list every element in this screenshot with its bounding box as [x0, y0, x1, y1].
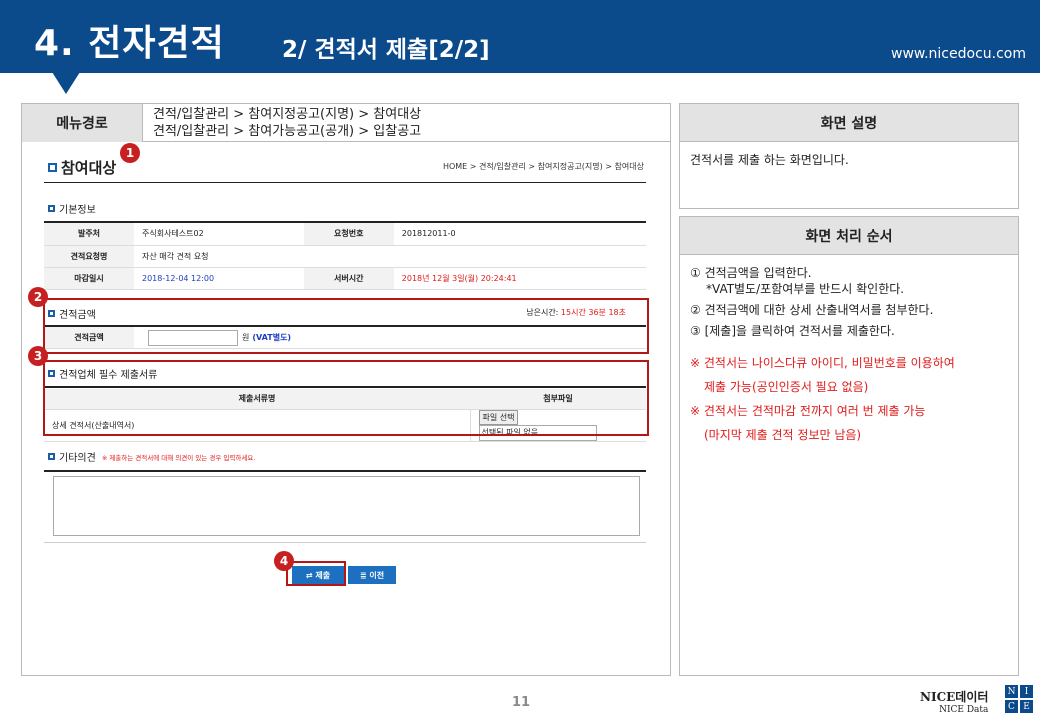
basic-info-table: 발주처 주식회사테스트02 요청번호 201812011-0 견적요청명 자산 … — [44, 223, 646, 290]
process-note-2-cont: (마지막 제출 견적 정보만 남음) — [704, 428, 862, 442]
header-pointer — [52, 72, 80, 94]
server-time-label: 서버시간 — [303, 267, 394, 290]
request-name-value: 자산 매각 견적 요청 — [134, 245, 646, 268]
menu-path-line-2: 견적/입찰관리 > 참여가능공고(공개) > 입찰공고 — [153, 124, 422, 139]
process-step-3: ③ [제출]을 클릭하여 견적서를 제출한다. — [690, 324, 895, 338]
orderer-label: 발주처 — [44, 223, 134, 246]
screen-title: 참여대상 — [48, 157, 116, 178]
divider — [44, 542, 646, 543]
menu-path-label: 메뉴경로 — [22, 104, 143, 142]
request-name-label: 견적요청명 — [44, 245, 134, 268]
step-badge-1: 1 — [120, 143, 140, 163]
opinion-title-text: 기타의견 — [59, 453, 96, 464]
highlight-amount — [43, 298, 649, 354]
description-title: 화면 설명 — [680, 104, 1018, 142]
opinion-textarea[interactable] — [53, 476, 640, 536]
process-note-1-cont: 제출 가능(공인인증서 필요 없음) — [704, 380, 869, 394]
opinion-title: 기타의견 ※ 제출하는 견적서에 대해 의견이 있는 경우 입력하세요. — [48, 449, 255, 464]
table-row: 마감일시 2018-12-04 12:00 서버시간 2018년 12월 3일(… — [44, 267, 646, 290]
description-text: 견적서를 제출 하는 화면입니다. — [690, 153, 849, 167]
screen-title-text: 참여대상 — [61, 159, 117, 177]
logo-letter: E — [1019, 699, 1034, 714]
process-note-2: ※ 견적서는 견적마감 전까지 여러 번 제출 가능 — [690, 404, 926, 418]
table-row: 발주처 주식회사테스트02 요청번호 201812011-0 — [44, 223, 646, 246]
process-notes: ※ 견적서는 나이스다큐 아이디, 비밀번호를 이용하여 제출 가능(공인인증서… — [690, 351, 1008, 447]
highlight-submit — [286, 561, 346, 586]
logo-letter: N — [1004, 684, 1019, 699]
description-panel: 화면 설명 견적서를 제출 하는 화면입니다. — [679, 103, 1019, 209]
process-step-1: ① 견적금액을 입력한다. — [690, 266, 812, 280]
logo-letter: C — [1004, 699, 1019, 714]
orderer-value: 주식회사테스트02 — [134, 223, 304, 246]
process-step-2: ② 견적금액에 대한 상세 산출내역서를 첨부한다. — [690, 303, 934, 317]
highlight-docs — [43, 360, 649, 436]
page-number: 11 — [512, 695, 531, 710]
page-subtitle: 2/ 견적서 제출[2/2] — [282, 37, 490, 63]
request-no-value: 201812011-0 — [393, 223, 646, 246]
process-panel: 화면 처리 순서 ① 견적금액을 입력한다. *VAT별도/포함여부를 반드시 … — [679, 216, 1019, 676]
menu-path-lines: 견적/입찰관리 > 참여지정공고(지명) > 참여대상 견적/입찰관리 > 참여… — [143, 104, 431, 141]
logo-line-1: NICE데이터 — [920, 690, 989, 704]
deadline-value: 2018-12-04 12:00 — [134, 267, 304, 290]
step-badge-2: 2 — [28, 287, 48, 307]
divider — [44, 182, 646, 183]
company-logo-text: NICE데이터 NICE Data — [920, 688, 988, 715]
opinion-hint: ※ 제출하는 견적서에 대해 의견이 있는 경우 입력하세요. — [101, 453, 256, 462]
basic-info-title: 기본정보 — [48, 201, 96, 216]
request-no-label: 요청번호 — [303, 223, 394, 246]
divider — [44, 470, 646, 472]
square-bullet-icon — [48, 453, 55, 460]
logo-line-2: NICE Data — [939, 705, 989, 715]
deadline-label: 마감일시 — [44, 267, 134, 290]
process-body: ① 견적금액을 입력한다. *VAT별도/포함여부를 반드시 확인한다. ② 견… — [680, 255, 1018, 457]
site-url: www.nicedocu.com — [891, 46, 1026, 62]
menu-path: 메뉴경로 견적/입찰관리 > 참여지정공고(지명) > 참여대상 견적/입찰관리… — [22, 104, 670, 142]
step-badge-3: 3 — [28, 346, 48, 366]
menu-path-line-1: 견적/입찰관리 > 참여지정공고(지명) > 참여대상 — [153, 107, 422, 122]
logo-letter: I — [1019, 684, 1034, 699]
square-bullet-icon — [48, 163, 57, 172]
basic-info-title-text: 기본정보 — [59, 205, 96, 216]
process-title: 화면 처리 순서 — [680, 217, 1018, 255]
page-title: 4. 전자견적 — [34, 23, 225, 64]
header-bar: 4. 전자견적 2/ 견적서 제출[2/2] www.nicedocu.com — [0, 0, 1040, 73]
process-step-1-note: *VAT별도/포함여부를 반드시 확인한다. — [706, 282, 905, 296]
table-row: 견적요청명 자산 매각 견적 요청 — [44, 245, 646, 268]
prev-button[interactable]: ≣ 이전 — [348, 566, 396, 584]
step-badge-4: 4 — [274, 551, 294, 571]
breadcrumb[interactable]: HOME > 견적/입찰관리 > 참여지정공고(지명) > 참여대상 — [443, 161, 644, 172]
nice-logo-icon: N I C E — [1004, 684, 1034, 714]
server-time-value: 2018년 12월 3일(월) 20:24:41 — [393, 267, 646, 290]
process-note-1: ※ 견적서는 나이스다큐 아이디, 비밀번호를 이용하여 — [690, 356, 955, 370]
square-bullet-icon — [48, 205, 55, 212]
